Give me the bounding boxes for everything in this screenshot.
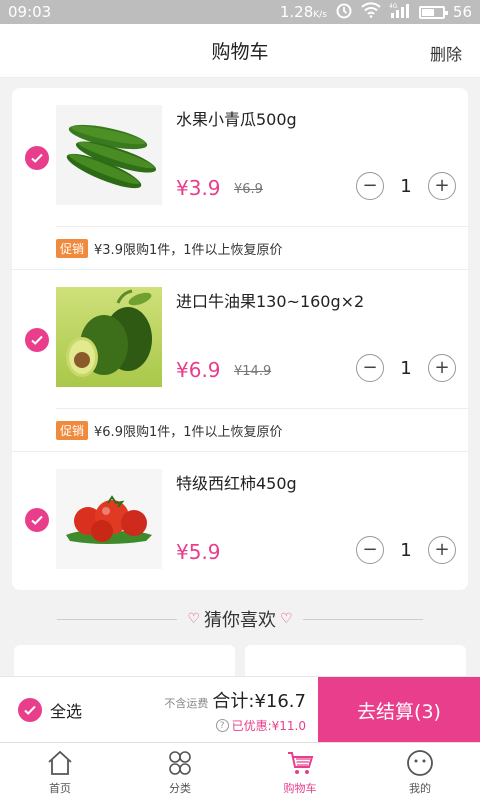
cart-item: 进口牛油果130~160g×2 ¥6.9 ¥14.9 − 1 + 促销 ¥6.9… <box>12 270 468 452</box>
recommend-title: 猜你喜欢 <box>204 610 276 631</box>
decrease-button[interactable]: − <box>356 172 384 200</box>
check-icon <box>31 153 43 163</box>
profile-icon <box>407 749 433 776</box>
item-old-price: ¥14.9 <box>234 364 272 379</box>
tab-category[interactable]: 分类 <box>120 743 240 800</box>
item-name[interactable]: 进口牛油果130~160g×2 <box>176 288 364 312</box>
quantity-value: 1 <box>400 175 412 197</box>
quantity-stepper: − 1 + <box>356 536 456 564</box>
quantity-stepper: − 1 + <box>356 354 456 382</box>
item-price: ¥3.9 <box>176 176 221 200</box>
cart-icon <box>288 751 314 774</box>
item-old-price: ¥6.9 <box>234 182 263 197</box>
divider <box>57 618 178 620</box>
quantity-stepper: − 1 + <box>356 172 456 200</box>
item-name[interactable]: 特级西红柿450g <box>176 470 297 494</box>
select-all-label: 全选 <box>50 702 83 721</box>
decrease-button[interactable]: − <box>356 354 384 382</box>
promo-tag: 促销 <box>56 421 89 440</box>
total-amount: 合计:¥16.7 <box>212 691 306 712</box>
check-icon <box>31 335 43 345</box>
tab-cart[interactable]: 购物车 <box>240 743 360 800</box>
tab-home[interactable]: 首页 <box>0 743 120 800</box>
cucumber-image[interactable] <box>56 105 162 205</box>
promo-row: 促销 ¥6.9限购1件，1件以上恢复原价 <box>56 408 468 452</box>
page-title: 购物车 <box>211 41 269 63</box>
quantity-value: 1 <box>400 539 412 561</box>
tab-label: 购物车 <box>283 781 317 795</box>
alarm-icon <box>335 1 353 23</box>
home-icon <box>48 750 72 775</box>
delete-button[interactable]: 删除 <box>430 41 462 65</box>
divider <box>302 618 423 620</box>
cart-item: 水果小青瓜500g ¥3.9 ¥6.9 − 1 + 促销 ¥3.9限购1件，1件… <box>12 88 468 270</box>
cart-item: 特级西红柿450g ¥5.9 − 1 + <box>12 452 468 590</box>
heart-icon: ♡ <box>280 611 293 627</box>
increase-button[interactable]: + <box>428 172 456 200</box>
promo-tag: 促销 <box>56 239 89 258</box>
page-header: 购物车 删除 <box>0 24 480 78</box>
checkout-button[interactable]: 去结算(3) <box>318 677 480 743</box>
network-type: 4G <box>389 3 398 10</box>
cart-list: 水果小青瓜500g ¥3.9 ¥6.9 − 1 + 促销 ¥3.9限购1件，1件… <box>12 88 468 590</box>
battery-level: 56 <box>452 3 472 21</box>
tomato-image[interactable] <box>56 469 162 569</box>
status-time: 09:03 <box>8 3 52 21</box>
tab-label: 分类 <box>169 781 191 795</box>
avocado-image[interactable] <box>56 287 162 387</box>
no-shipping-note: 不含运费 <box>164 697 209 710</box>
item-price: ¥5.9 <box>176 540 221 564</box>
item-checkbox[interactable] <box>25 328 49 352</box>
tab-label: 首页 <box>49 781 71 795</box>
bottom-tab-bar: 首页 分类 购物车 我的 <box>0 742 480 800</box>
total-summary: 不含运费 合计:¥16.7 ? 已优惠:¥11.0 <box>164 687 306 734</box>
checkout-bar: 全选 不含运费 合计:¥16.7 ? 已优惠:¥11.0 去结算(3) <box>0 676 480 743</box>
select-all-checkbox[interactable] <box>18 698 42 722</box>
help-icon[interactable]: ? <box>215 719 229 732</box>
item-checkbox[interactable] <box>25 146 49 170</box>
check-icon <box>31 515 43 525</box>
category-icon <box>169 750 191 775</box>
heart-icon: ♡ <box>187 611 200 627</box>
status-icons: 1.28K/s 4G 56 <box>280 1 472 23</box>
increase-button[interactable]: + <box>428 536 456 564</box>
promo-text: ¥6.9限购1件，1件以上恢复原价 <box>94 425 283 440</box>
battery-icon <box>418 5 448 19</box>
promo-row: 促销 ¥3.9限购1件，1件以上恢复原价 <box>56 226 468 270</box>
check-icon <box>24 705 36 715</box>
select-all[interactable]: 全选 <box>18 698 82 722</box>
quantity-value: 1 <box>400 357 412 379</box>
tab-profile[interactable]: 我的 <box>360 743 480 800</box>
item-name[interactable]: 水果小青瓜500g <box>176 106 297 130</box>
decrease-button[interactable]: − <box>356 536 384 564</box>
signal-icon: 4G <box>389 2 411 22</box>
recommend-section-header: ♡ 猜你喜欢 ♡ <box>0 604 480 634</box>
status-bar: 09:03 1.28K/s 4G 56 <box>0 0 480 24</box>
wifi-icon <box>361 2 381 22</box>
status-speed: 1.28K/s <box>279 3 327 21</box>
tab-label: 我的 <box>409 781 431 795</box>
promo-text: ¥3.9限购1件，1件以上恢复原价 <box>94 243 283 258</box>
item-price: ¥6.9 <box>176 358 221 382</box>
discount-amount: 已优惠:¥11.0 <box>231 719 306 733</box>
increase-button[interactable]: + <box>428 354 456 382</box>
item-checkbox[interactable] <box>25 508 49 532</box>
